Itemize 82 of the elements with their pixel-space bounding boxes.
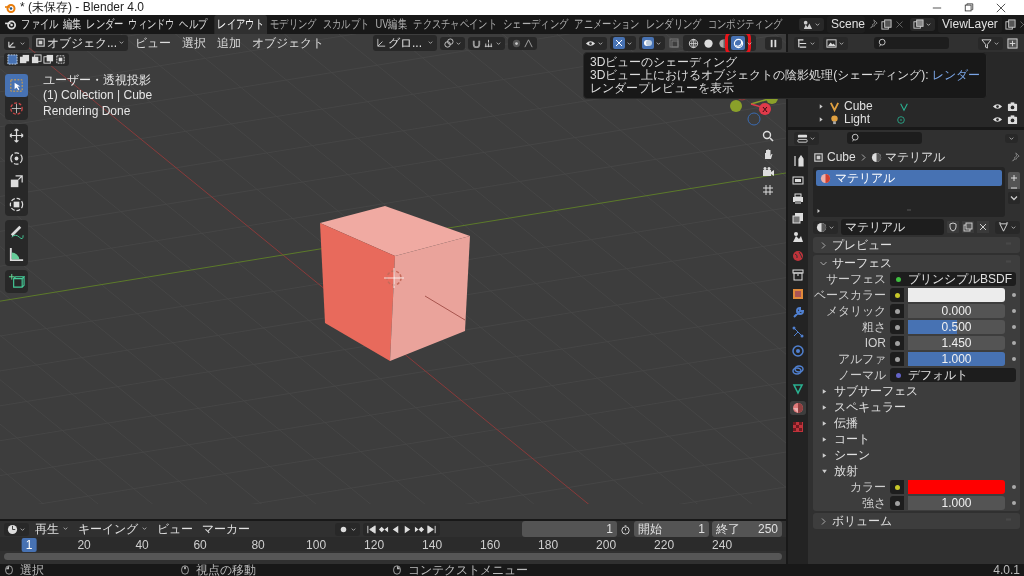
- current-frame-indicator[interactable]: 1: [21, 538, 37, 553]
- workspace-tab[interactable]: レンダリング: [642, 15, 705, 34]
- subpanel-header[interactable]: シーン: [834, 448, 870, 463]
- viewport-info-text: Rendering Done: [43, 103, 132, 119]
- workspace-tab[interactable]: UV編集: [372, 15, 411, 34]
- workspace-tab[interactable]: シェーディング: [500, 15, 572, 34]
- menu-dropdown[interactable]: 再生: [32, 521, 72, 537]
- subpanel-header[interactable]: 伝播: [834, 416, 858, 431]
- tooltip-description: 3Dビュー上におけるオブジェクトの陰影処理(シェーディング): レンダー: [590, 69, 980, 82]
- property-label: サーフェス: [825, 272, 886, 287]
- property-label: IOR: [863, 336, 886, 351]
- current-frame-field[interactable]: 1: [522, 520, 617, 538]
- status-hint: コンテクストメニュー: [408, 562, 528, 576]
- workspace-tab[interactable]: コンポジティング: [704, 15, 786, 34]
- outliner-item[interactable]: Light: [844, 112, 871, 127]
- menu-item[interactable]: ファイル: [19, 16, 61, 33]
- workspace-tab[interactable]: アニメーション: [571, 15, 643, 34]
- menu-item[interactable]: 編集: [60, 16, 85, 33]
- orientation-dropdown[interactable]: グロ...: [373, 34, 437, 52]
- workspace-tab[interactable]: テクスチャペイント: [410, 15, 500, 34]
- slider-field[interactable]: 0.500: [908, 320, 1005, 335]
- menu-item[interactable]: ヘルプ: [177, 16, 210, 33]
- frame-number: 240: [712, 538, 733, 553]
- panel-header[interactable]: サーフェス: [832, 256, 892, 271]
- menu-item[interactable]: 選択: [178, 35, 210, 51]
- node-field[interactable]: デフォルト: [890, 368, 1016, 383]
- menu-item[interactable]: オブジェクト: [248, 35, 328, 51]
- frame-number: 100: [306, 538, 327, 553]
- workspace-tab[interactable]: スカルプト: [319, 15, 373, 34]
- property-label: ベースカラー: [813, 288, 886, 303]
- viewport-info-text: ユーザー・透視投影: [43, 73, 152, 88]
- breadcrumb-item: マテリアル: [884, 149, 945, 165]
- frame-number: 80: [251, 538, 265, 553]
- subpanel-header[interactable]: サブサーフェス: [834, 384, 918, 399]
- menu-item[interactable]: マーカー: [199, 521, 253, 537]
- menu-dropdown[interactable]: キーイング: [75, 521, 151, 537]
- property-label: メタリック: [825, 304, 886, 319]
- frame-number: 40: [135, 538, 149, 553]
- workspace-tab[interactable]: レイアウト: [214, 15, 267, 34]
- subpanel-header[interactable]: コート: [834, 432, 870, 447]
- frame-number: 20: [77, 538, 91, 553]
- menu-item[interactable]: ビュー: [154, 521, 196, 537]
- status-hint: 視点の移動: [196, 562, 256, 576]
- frame-number: 220: [654, 538, 675, 553]
- property-label: ノーマル: [837, 368, 886, 383]
- outliner-item[interactable]: Cube: [844, 99, 873, 114]
- menu-item[interactable]: ビュー: [131, 35, 175, 51]
- frame-number: 120: [364, 538, 385, 553]
- status-hint: 選択: [20, 562, 44, 576]
- scene-field[interactable]: Scene: [827, 16, 865, 33]
- menu-item[interactable]: レンダー: [84, 16, 126, 33]
- node-field[interactable]: プリンシプルBSDF: [890, 272, 1016, 287]
- tooltip-title: 3Dビューのシェーディング: [590, 56, 739, 69]
- menu-item[interactable]: ウィンドウ: [125, 16, 178, 33]
- material-slot[interactable]: マテリアル: [816, 170, 1002, 187]
- start-frame-field[interactable]: 開始 1: [634, 520, 709, 538]
- property-label: 強さ: [861, 496, 886, 511]
- breadcrumb-item: Cube: [827, 149, 856, 165]
- mode-dropdown[interactable]: オブジェク...: [32, 34, 128, 52]
- material-slot-list[interactable]: マテリアル: [813, 167, 1005, 217]
- viewport-info-text: (1) Collection | Cube: [43, 88, 153, 103]
- view-layer-field[interactable]: ViewLayer: [938, 16, 1002, 33]
- frame-number: 160: [480, 538, 501, 553]
- subpanel-header[interactable]: 放射: [834, 464, 858, 479]
- end-frame-field[interactable]: 終了 250: [712, 520, 782, 538]
- menu-item[interactable]: 追加: [213, 35, 245, 51]
- slider-field[interactable]: 1.000: [908, 352, 1005, 367]
- number-field[interactable]: 0.000: [908, 304, 1005, 319]
- version-text: 4.0.1: [993, 562, 1020, 576]
- property-label: アルファ: [837, 352, 886, 367]
- workspace-tab[interactable]: モデリング: [267, 15, 320, 34]
- frame-number: 60: [193, 538, 207, 553]
- frame-number: 180: [538, 538, 559, 553]
- number-field[interactable]: 1.450: [908, 336, 1005, 351]
- property-label: 粗さ: [861, 320, 886, 335]
- material-name-field[interactable]: マテリアル: [841, 219, 944, 236]
- frame-number: 140: [422, 538, 443, 553]
- window-title: * (未保存) - Blender 4.0: [20, 0, 145, 15]
- number-field[interactable]: 1.000: [908, 496, 1005, 511]
- frame-number: 200: [596, 538, 617, 553]
- subpanel-header[interactable]: スペキュラー: [834, 400, 906, 415]
- property-label: カラー: [849, 480, 886, 495]
